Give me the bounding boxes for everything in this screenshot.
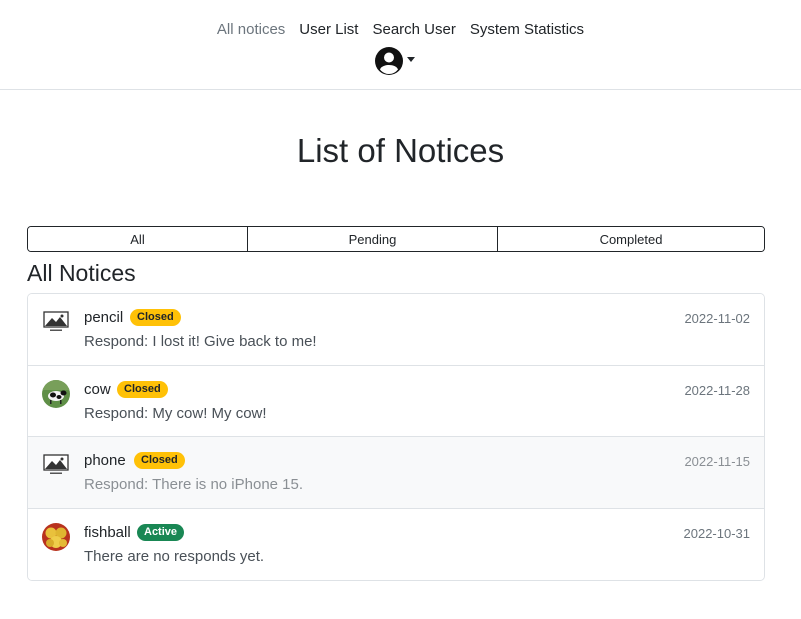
section-title: All Notices bbox=[27, 260, 136, 286]
status-badge: Closed bbox=[134, 452, 185, 469]
filter-completed-button[interactable]: Completed bbox=[497, 227, 764, 251]
chevron-down-icon bbox=[407, 56, 415, 62]
notice-date: 2022-10-31 bbox=[683, 525, 751, 541]
notice-respond: Respond: There is no iPhone 15. bbox=[84, 476, 304, 493]
filter-button-group: All Pending Completed bbox=[27, 226, 765, 252]
no-image-icon bbox=[42, 451, 70, 479]
notice-name: pencil bbox=[84, 309, 124, 326]
status-badge: Closed bbox=[117, 380, 168, 398]
notice-item-phone[interactable]: phone Closed 2022-11-15 Respond: There i… bbox=[28, 437, 764, 509]
status-badge: Closed bbox=[130, 309, 181, 326]
notice-item-fishball[interactable]: fishball Active 2022-10-31 There are no … bbox=[28, 508, 764, 580]
nav-all-notices[interactable]: All notices bbox=[217, 20, 285, 40]
profile-dropdown[interactable] bbox=[375, 47, 415, 75]
notice-name: cow bbox=[84, 380, 111, 398]
cow-photo bbox=[42, 379, 70, 408]
notice-respond: There are no responds yet. bbox=[84, 547, 265, 565]
status-badge: Active bbox=[137, 523, 185, 541]
notice-date: 2022-11-02 bbox=[684, 311, 750, 326]
page-title: List of Notices bbox=[296, 132, 505, 169]
user-circle-icon bbox=[375, 47, 403, 75]
notice-item-pencil[interactable]: pencil Closed 2022-11-02 Respond: I lost… bbox=[28, 294, 764, 366]
nav-search-user[interactable]: Search User bbox=[372, 20, 455, 40]
notice-respond: Respond: I lost it! Give back to me! bbox=[84, 333, 317, 350]
fishball-photo bbox=[42, 522, 70, 551]
notice-name: fishball bbox=[84, 523, 131, 541]
no-image-icon bbox=[42, 308, 70, 336]
top-navbar: All notices User List Search User System… bbox=[0, 0, 801, 90]
nav-system-statistics[interactable]: System Statistics bbox=[470, 20, 584, 40]
notice-list: pencil Closed 2022-11-02 Respond: I lost… bbox=[27, 293, 765, 581]
notice-date: 2022-11-28 bbox=[684, 382, 750, 398]
notice-date: 2022-11-15 bbox=[684, 454, 750, 469]
notice-item-cow[interactable]: cow Closed 2022-11-28 Respond: My cow! M… bbox=[28, 365, 764, 437]
filter-pending-button[interactable]: Pending bbox=[247, 227, 497, 251]
nav-links: All notices User List Search User System… bbox=[0, 20, 801, 40]
nav-user-list[interactable]: User List bbox=[299, 20, 358, 40]
filter-all-button[interactable]: All bbox=[28, 227, 247, 251]
notice-name: phone bbox=[84, 452, 126, 469]
notice-respond: Respond: My cow! My cow! bbox=[84, 404, 267, 422]
